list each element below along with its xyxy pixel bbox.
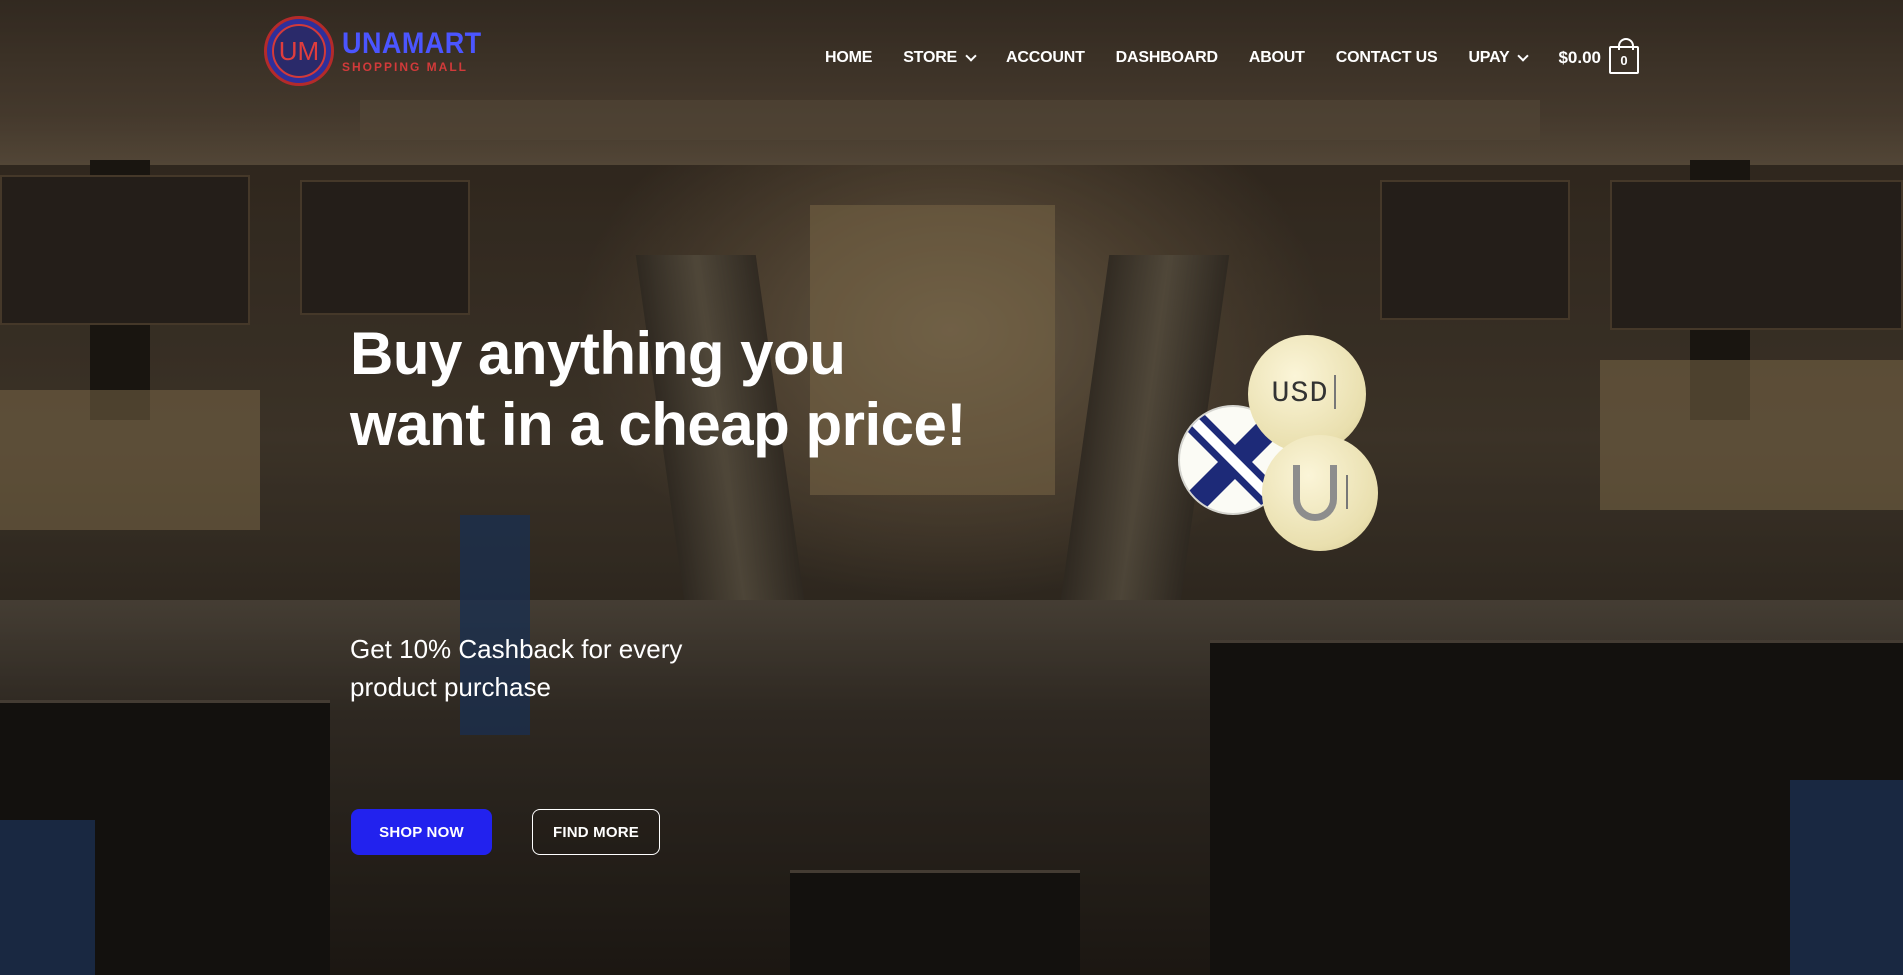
usd-coin-label: USD — [1271, 377, 1329, 411]
logo-letters: UM — [272, 24, 326, 78]
shopping-bag-icon: 0 — [1608, 38, 1639, 74]
cart-count: 0 — [1620, 52, 1628, 68]
hero-headline: Buy anything you want in a cheap price! — [350, 320, 966, 458]
hero-background-image — [0, 0, 1903, 975]
nav-dashboard[interactable]: DASHBOARD — [1116, 49, 1218, 67]
u-coin-icon — [1262, 435, 1378, 551]
nav-upay[interactable]: UPAY — [1468, 49, 1530, 67]
nav-account-label: ACCOUNT — [1006, 49, 1085, 66]
chevron-down-icon — [1517, 49, 1530, 62]
cart-total: $0.00 — [1558, 48, 1601, 67]
nav-about-label: ABOUT — [1248, 49, 1305, 66]
chevron-down-icon — [965, 49, 977, 62]
brand-tagline: SHOPPING MALL — [342, 60, 469, 74]
nav-store[interactable]: STORE — [903, 49, 977, 67]
nav-about[interactable]: ABOUT — [1249, 49, 1305, 67]
shop-now-button[interactable]: SHOP NOW — [351, 809, 492, 855]
nav-contact-us[interactable]: CONTACT US — [1336, 49, 1438, 67]
brand-logo[interactable]: UM UNAMART SHOPPING MALL — [264, 16, 497, 86]
brand-name: UNAMART — [342, 27, 482, 60]
cart-button[interactable]: $0.00 0 — [1558, 38, 1639, 74]
site-header: UM UNAMART SHOPPING MALL HOME STORE ACCO… — [0, 0, 1903, 105]
nav-store-label: STORE — [903, 49, 958, 66]
nav-dashboard-label: DASHBOARD — [1115, 49, 1218, 66]
main-nav: HOME STORE ACCOUNT DASHBOARD ABOUT CONTA… — [825, 38, 1639, 74]
nav-upay-label: UPAY — [1468, 49, 1510, 66]
find-more-button[interactable]: FIND MORE — [532, 809, 660, 855]
nav-home[interactable]: HOME — [825, 49, 872, 67]
logo-emblem-icon: UM — [264, 16, 334, 86]
nav-home-label: HOME — [825, 49, 873, 66]
nav-account[interactable]: ACCOUNT — [1006, 49, 1085, 67]
hero-subline: Get 10% Cashback for every product purch… — [350, 634, 683, 702]
nav-contact-us-label: CONTACT US — [1335, 49, 1438, 66]
